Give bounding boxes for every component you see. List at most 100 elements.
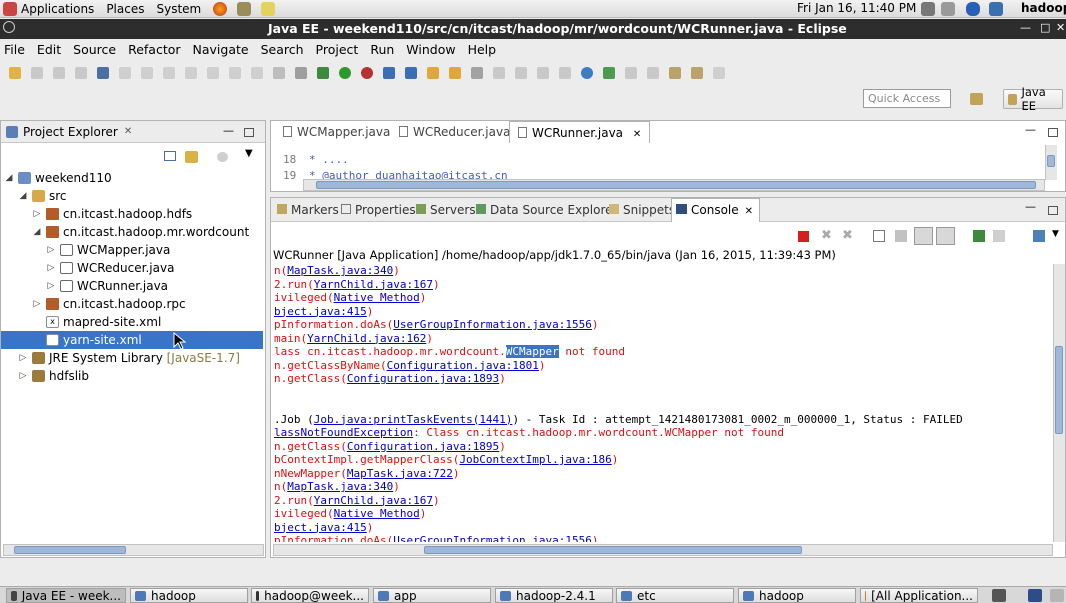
annotation-icon[interactable] xyxy=(515,67,527,79)
console-link[interactable]: YarnChild.java:167 xyxy=(314,278,433,291)
step-over-icon[interactable] xyxy=(229,67,241,79)
close-tab-icon[interactable]: ✕ xyxy=(745,206,753,217)
quick-access-input[interactable]: Quick Access xyxy=(863,89,951,108)
workspace-2-icon[interactable] xyxy=(1050,589,1064,602)
open-console-icon[interactable] xyxy=(1033,230,1045,242)
remove-launch-icon[interactable]: ✖ xyxy=(821,228,832,243)
workspace-1-icon[interactable] xyxy=(1028,589,1042,602)
console-link[interactable]: Native Method xyxy=(334,291,420,304)
link-with-editor-icon[interactable] xyxy=(185,151,198,163)
expand-chevron-right-icon[interactable]: ▷ xyxy=(33,299,41,309)
tree-item-rpc-package[interactable]: ▷ cn.itcast.hadoop.rpc xyxy=(1,295,265,313)
task-app-folder[interactable]: app xyxy=(373,588,491,603)
maximize-view-icon[interactable] xyxy=(1048,206,1058,215)
menu-source[interactable]: Source xyxy=(73,42,116,57)
view-menu-chevron-down-icon[interactable]: ▼ xyxy=(245,148,253,159)
clear-console-icon[interactable] xyxy=(873,230,885,242)
tab-console[interactable]: Console ✕ xyxy=(671,198,761,222)
forward-icon[interactable] xyxy=(713,67,725,79)
tab-servers[interactable]: Servers xyxy=(416,203,476,217)
tree-item-mapred-site[interactable]: x mapred-site.xml xyxy=(1,313,265,331)
console-link[interactable]: MapTask.java:722 xyxy=(347,467,453,480)
console-link[interactable]: lassNotFoundException xyxy=(274,426,413,439)
show-whitespace-icon[interactable] xyxy=(559,67,571,79)
console-line[interactable]: nNewMapper(MapTask.java:722) xyxy=(274,467,459,480)
previous-annotation-icon[interactable] xyxy=(647,67,659,79)
open-type-icon[interactable] xyxy=(427,67,439,79)
debug-icon[interactable] xyxy=(317,67,329,79)
menu-project[interactable]: Project xyxy=(316,42,359,57)
run-icon[interactable] xyxy=(339,67,351,79)
scroll-lock-icon[interactable] xyxy=(895,230,907,242)
terminate-icon[interactable] xyxy=(798,231,809,242)
console-link[interactable]: UserGroupInformation.java:1556 xyxy=(393,534,592,542)
scrollbar-thumb[interactable] xyxy=(1055,346,1063,434)
tab-markers[interactable]: Markers xyxy=(277,203,339,217)
console-vscrollbar[interactable] xyxy=(1053,264,1065,542)
publish-icon[interactable] xyxy=(603,67,615,79)
menu-refactor[interactable]: Refactor xyxy=(128,42,180,57)
project-explorer-hscrollbar[interactable] xyxy=(3,544,264,556)
remove-all-icon[interactable]: ✖ xyxy=(842,228,853,243)
console-hscrollbar[interactable] xyxy=(273,544,1053,556)
tree-item-wordcount-package[interactable]: ◢ cn.itcast.hadoop.mr.wordcount xyxy=(1,223,265,241)
console-link[interactable]: MapTask.java:340 xyxy=(287,264,393,277)
print-icon[interactable] xyxy=(75,67,87,79)
tree-item-hdfslib[interactable]: ▷ hdfslib xyxy=(1,367,265,385)
tree-item-wcmapper[interactable]: ▷ WCMapper.java xyxy=(1,241,265,259)
tree-item-src[interactable]: ◢ src xyxy=(1,187,265,205)
toggle-mark-icon[interactable] xyxy=(493,67,505,79)
minimize-editor-icon[interactable]: — xyxy=(1025,123,1036,136)
bluetooth-icon[interactable] xyxy=(966,2,980,16)
show-on-stderr-icon[interactable] xyxy=(936,227,955,245)
notes-icon[interactable] xyxy=(261,1,276,16)
code-line[interactable]: * .... xyxy=(309,153,349,166)
console-line[interactable]: bject.java:415) xyxy=(274,305,373,318)
new-icon[interactable] xyxy=(9,67,21,79)
console-line[interactable]: n(MapTask.java:340) xyxy=(274,264,400,277)
workspace-switcher-icon[interactable] xyxy=(992,589,1006,602)
open-task-icon[interactable] xyxy=(449,67,461,79)
menu-navigate[interactable]: Navigate xyxy=(193,42,249,57)
tab-wcmapper[interactable]: WCMapper.java xyxy=(275,121,398,143)
tab-properties[interactable]: Properties xyxy=(341,203,416,217)
tree-item-jre-library[interactable]: ▷ JRE System Library [JavaSE-1.7] xyxy=(1,349,265,367)
save-all-icon[interactable] xyxy=(53,67,65,79)
maximize-editor-icon[interactable] xyxy=(1048,128,1058,137)
code-text[interactable]: 18 * .... 19 * @author duanhaitao@itcast… xyxy=(271,143,1045,181)
applications-menu[interactable]: Applications xyxy=(21,2,94,16)
external-tools-icon[interactable] xyxy=(361,67,373,79)
console-line[interactable]: pInformation.doAs(UserGroupInformation.j… xyxy=(274,534,599,542)
network-icon[interactable] xyxy=(921,2,935,16)
project-explorer-title[interactable]: Project Explorer xyxy=(23,125,118,139)
tab-wcrunner[interactable]: WCRunner.java ✕ xyxy=(509,121,651,143)
open-perspective-icon[interactable] xyxy=(970,93,983,105)
step-icon[interactable] xyxy=(119,67,131,79)
console-line[interactable]: lass cn.itcast.hadoop.mr.wordcount.WCMap… xyxy=(274,345,625,358)
close-view-icon[interactable]: ✕ xyxy=(124,126,132,137)
pin-icon[interactable] xyxy=(97,67,109,79)
menu-window[interactable]: Window xyxy=(406,42,455,57)
console-link[interactable]: Job.java:printTaskEvents(1441) xyxy=(314,413,513,426)
system-menu[interactable]: System xyxy=(156,2,201,16)
new-server-icon[interactable] xyxy=(383,67,395,79)
console-selection[interactable]: WCMapper xyxy=(505,345,559,358)
expand-chevron-down-icon[interactable]: ◢ xyxy=(5,173,13,183)
suspend-icon[interactable] xyxy=(141,67,153,79)
save-icon[interactable] xyxy=(31,67,43,79)
task-terminal[interactable]: hadoop@week... xyxy=(251,588,369,603)
console-line[interactable]: n.getClass(Configuration.java:1893) xyxy=(274,372,506,385)
tab-data-source-explorer[interactable]: Data Source Explorer xyxy=(476,203,617,217)
tree-item-weekend110[interactable]: ◢ weekend110 xyxy=(1,169,265,187)
new-class-icon[interactable] xyxy=(405,67,417,79)
step-return-icon[interactable] xyxy=(251,67,263,79)
console-link[interactable]: UserGroupInformation.java:1556 xyxy=(393,318,592,331)
menu-file[interactable]: File xyxy=(4,42,25,57)
scrollbar-thumb[interactable] xyxy=(424,546,802,554)
console-link[interactable]: Configuration.java:1893 xyxy=(347,372,499,385)
expand-chevron-down-icon[interactable]: ◢ xyxy=(19,191,27,201)
collapse-all-icon[interactable] xyxy=(164,151,176,161)
console-link[interactable]: YarnChild.java:167 xyxy=(314,494,433,507)
console-link[interactable]: bject.java:415 xyxy=(274,305,367,318)
expand-chevron-right-icon[interactable]: ▷ xyxy=(19,371,27,381)
